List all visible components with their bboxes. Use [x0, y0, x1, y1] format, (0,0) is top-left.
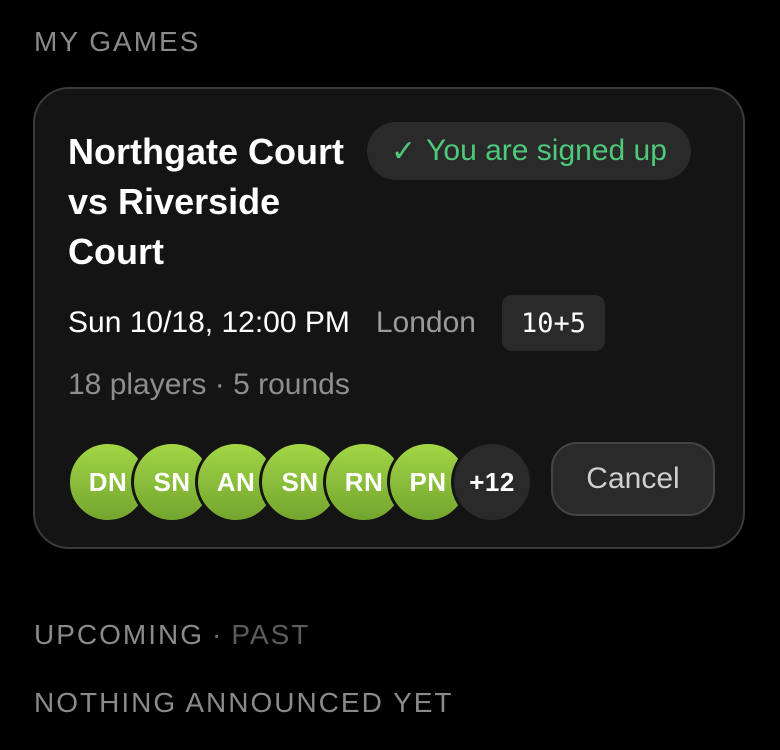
match-title: Northgate Court vs Riverside Court	[68, 131, 344, 272]
my-games-heading: MY GAMES	[34, 26, 201, 57]
game-location: London	[375, 306, 476, 339]
cancel-button[interactable]: Cancel	[551, 442, 715, 516]
player-avatars[interactable]: DN SN AN SN RN PN +12	[67, 441, 537, 523]
game-datetime: Sun 10/18, 12:00 PM	[68, 306, 350, 339]
games-tabs: UPCOMING · PAST	[34, 619, 310, 651]
more-players-count: +12	[451, 441, 533, 523]
tab-separator: ·	[212, 619, 224, 650]
empty-state-message: NOTHING ANNOUNCED YET	[34, 687, 454, 718]
time-control-badge: 10+5	[501, 295, 606, 351]
tab-past[interactable]: PAST	[231, 619, 310, 650]
game-meta: Sun 10/18, 12:00 PM London 10+5	[68, 295, 606, 351]
game-stats: 18 players · 5 rounds	[68, 368, 350, 401]
game-card[interactable]: Northgate Court vs Riverside Court ✓ You…	[33, 87, 745, 549]
signed-up-badge: ✓ You are signed up	[367, 122, 691, 180]
tab-upcoming[interactable]: UPCOMING	[34, 619, 204, 650]
signed-up-label: You are signed up	[426, 134, 667, 167]
check-icon: ✓	[391, 134, 417, 168]
